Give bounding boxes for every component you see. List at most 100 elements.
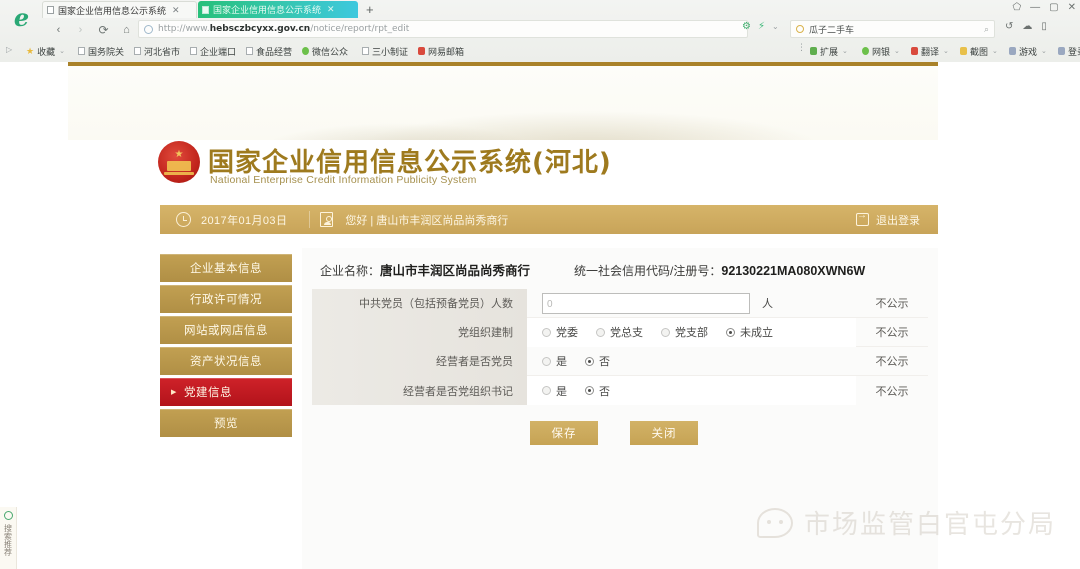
search-icon[interactable]: ⌕: [984, 24, 989, 35]
toolbar-login[interactable]: 登录: [1058, 44, 1080, 58]
national-emblem-icon: ★: [158, 141, 200, 183]
search-value: 瓜子二手车: [809, 23, 854, 36]
sidebar-item-asset-info[interactable]: 资产状况信息: [160, 347, 292, 375]
mobile-icon[interactable]: ▯: [1041, 21, 1047, 32]
radio-operator-member-yes[interactable]: 是: [542, 353, 567, 369]
radio-operator-secretary-yes[interactable]: 是: [542, 383, 567, 399]
radio-icon-selected: [585, 357, 594, 366]
form-label: 中共党员（包括预备党员）人数: [312, 289, 527, 318]
toolbar-translate[interactable]: 翻译 ⌄: [911, 44, 949, 58]
member-count-input[interactable]: 0: [542, 293, 750, 314]
search-recommend-label: 搜索推荐: [4, 524, 13, 556]
undo-icon[interactable]: ↺: [1005, 21, 1013, 32]
bookmark-item[interactable]: 微信公众: [302, 44, 348, 58]
sidebar-item-label: 预览: [214, 415, 238, 431]
sidebar-item-preview[interactable]: 预览: [160, 409, 292, 437]
toolbar-game[interactable]: 游戏 ⌄: [1009, 44, 1047, 58]
skin-icon[interactable]: ⬠: [1012, 2, 1021, 13]
chevron-down-icon[interactable]: ⌄: [772, 22, 779, 31]
bookmark-item[interactable]: 河北省市: [134, 44, 180, 58]
address-bar[interactable]: http://www.hebsczbcyxx.gov.cn/notice/rep…: [138, 20, 748, 38]
sidebar-item-label: 网站或网店信息: [184, 322, 268, 338]
form-row-operator-member: 经营者是否党员 是 否 不公示: [312, 347, 928, 376]
login-icon: [1058, 47, 1065, 55]
home-button[interactable]: ⌂: [118, 21, 135, 38]
chevron-down-icon[interactable]: ⌄: [1041, 47, 1047, 55]
publicity-status: 不公示: [856, 295, 928, 311]
wechat-icon: [302, 47, 309, 55]
forward-button[interactable]: ›: [72, 21, 89, 38]
sidebar-item-basic-info[interactable]: 企业基本信息: [160, 254, 292, 282]
sidebar-item-website-info[interactable]: 网站或网店信息: [160, 316, 292, 344]
bookmark-item[interactable]: 国务院关: [78, 44, 124, 58]
bookmarks-overflow-icon[interactable]: ▷: [6, 45, 12, 54]
bookmark-label: 微信公众: [312, 45, 348, 58]
maximize-button[interactable]: ▢: [1049, 2, 1058, 13]
form-label: 经营者是否党员: [312, 347, 527, 376]
bookmark-item[interactable]: 三小制证: [362, 44, 408, 58]
party-info-form: 中共党员（包括预备党员）人数 0 人 不公示 党组织建制 党委: [312, 289, 928, 405]
chevron-down-icon[interactable]: ⌄: [992, 47, 998, 55]
radio-not-established[interactable]: 未成立: [726, 324, 773, 340]
lightning-icon[interactable]: ⚡: [758, 21, 765, 32]
cloud-icon[interactable]: ☁: [1022, 21, 1032, 32]
bookmark-favorites[interactable]: ★ 收藏 ⌄: [26, 44, 65, 58]
browser-tab-1[interactable]: 国家企业信用信息公示系统 ✕: [42, 1, 197, 18]
tab-2-close-icon[interactable]: ✕: [327, 4, 335, 15]
user-greeting: 您好 | 唐山市丰润区尚品尚秀商行: [345, 212, 508, 228]
sidebar-item-admin-license[interactable]: 行政许可情况: [160, 285, 292, 313]
bank-icon: [862, 47, 869, 55]
search-input[interactable]: 瓜子二手车 ⌕: [790, 20, 995, 38]
toolbar-screenshot[interactable]: 截图 ⌄: [960, 44, 998, 58]
page-viewport: ★ 国家企业信用信息公示系统(河北) National Enterprise C…: [0, 62, 1080, 569]
close-window-button[interactable]: ✕: [1068, 2, 1076, 13]
browser-tab-2-active[interactable]: 国家企业信用信息公示系统 ✕: [198, 1, 358, 18]
clock-icon: [176, 212, 191, 227]
tab-1-title: 国家企业信用信息公示系统: [58, 4, 166, 17]
toolbar-bank[interactable]: 网银 ⌄: [862, 44, 900, 58]
save-button[interactable]: 保存: [530, 421, 598, 445]
bookmark-label: 食品经营: [256, 45, 292, 58]
logout-label: 退出登录: [876, 212, 920, 228]
radio-party-general-branch[interactable]: 党总支: [596, 324, 643, 340]
page-icon: [47, 6, 54, 14]
mail-icon: [418, 47, 425, 55]
radio-label: 否: [599, 353, 610, 369]
chevron-down-icon[interactable]: ⌄: [943, 47, 949, 55]
bookmark-item[interactable]: 网易邮箱: [418, 44, 464, 58]
close-button[interactable]: 关闭: [630, 421, 698, 445]
tab-1-close-icon[interactable]: ✕: [172, 5, 180, 16]
toolbar-label: 翻译: [921, 45, 939, 58]
chevron-down-icon[interactable]: ⌄: [842, 47, 848, 55]
toolbar-extensions[interactable]: 扩展 ⌄: [810, 44, 848, 58]
watermark-text: 市场监管白官屯分局: [804, 504, 1056, 541]
reload-button[interactable]: ⟳: [95, 21, 112, 38]
new-tab-button[interactable]: +: [366, 2, 374, 17]
radio-party-branch[interactable]: 党支部: [661, 324, 708, 340]
page-icon: [246, 47, 253, 55]
toolbar-label: 登录: [1068, 45, 1080, 58]
game-icon: [1009, 47, 1016, 55]
radio-label: 党总支: [610, 324, 643, 340]
unit-label: 人: [762, 295, 773, 311]
minimize-button[interactable]: —: [1030, 2, 1040, 13]
navigation-bar: ‹ › ⟳ ⌂ http://www.hebsczbcyxx.gov.cn/no…: [0, 18, 1080, 40]
gear-icon[interactable]: ⚙: [742, 21, 751, 32]
chevron-down-icon[interactable]: ⌄: [59, 47, 65, 55]
radio-operator-member-no[interactable]: 否: [585, 353, 610, 369]
radio-party-committee[interactable]: 党委: [542, 324, 578, 340]
chevron-down-icon[interactable]: ⌄: [894, 47, 900, 55]
browser-far-actions: ↺ ☁ ▯: [1005, 21, 1047, 32]
url-text: http://www.hebsczbcyxx.gov.cn/notice/rep…: [158, 24, 409, 34]
toolbar-overflow-icon[interactable]: ⋮: [797, 44, 806, 50]
extension-icon: [810, 47, 817, 55]
search-recommend-widget[interactable]: 搜索推荐: [0, 507, 17, 569]
bookmark-item[interactable]: 企业端口: [190, 44, 236, 58]
sidebar-item-party-info[interactable]: 党建信息: [160, 378, 292, 406]
radio-operator-secretary-no[interactable]: 否: [585, 383, 610, 399]
back-button[interactable]: ‹: [50, 21, 67, 38]
bookmark-item[interactable]: 食品经营: [246, 44, 292, 58]
globe-icon: [144, 25, 153, 34]
form-actions: 保存 关闭: [530, 421, 698, 445]
logout-button[interactable]: 退出登录: [856, 212, 920, 228]
